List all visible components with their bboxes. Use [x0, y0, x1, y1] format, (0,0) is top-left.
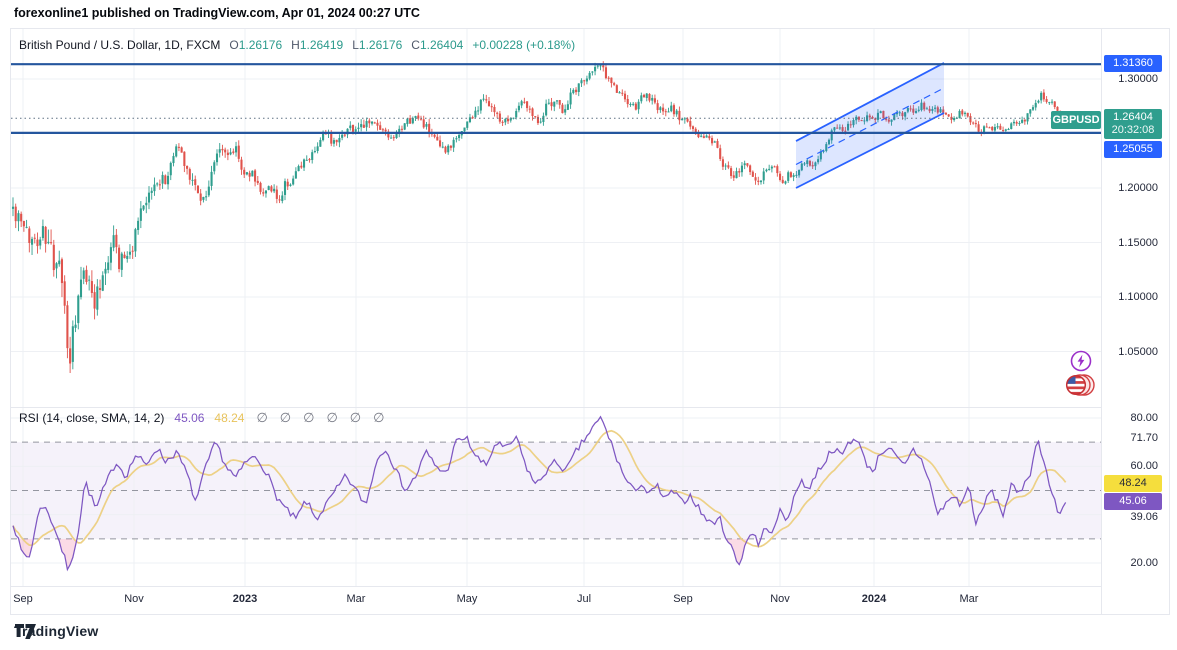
rsi-legend: RSI (14, close, SMA, 14, 2) 45.06 48.24 ∅ ∅ ∅… — [19, 410, 384, 426]
price-axis-tick: 1.05000 — [1118, 345, 1158, 358]
time-axis-label: Sep — [13, 593, 33, 605]
time-axis-label: 2023 — [232, 593, 258, 605]
time-axis-label: May — [456, 593, 478, 605]
ohlc-label: H — [291, 38, 300, 52]
time-axis-label: Jul — [576, 593, 592, 605]
us-flag-stack-icon — [1065, 374, 1095, 396]
chart-container: British Pound / U.S. Dollar, 1D, FXCM O1.… — [10, 28, 1170, 615]
rsi-value: 45.06 — [174, 411, 205, 425]
level-price-badge: 1.31360 — [1104, 55, 1162, 72]
time-axis-label: 2024 — [861, 593, 887, 605]
rsi-axis-tick: 60.00 — [1130, 460, 1158, 473]
time-axis-label: Sep — [673, 593, 693, 605]
change-value: +0.00228 (+0.18%) — [472, 38, 576, 52]
published-chart-page: { "header": {"text": "forexonline1 publi… — [0, 0, 1177, 650]
ohlc-label: L — [352, 38, 359, 52]
rsi-axis-tick: 20.00 — [1130, 557, 1158, 569]
rsi-pane[interactable] — [11, 408, 1101, 586]
symbol-legend: British Pound / U.S. Dollar, 1D, FXCM O1.… — [19, 38, 575, 52]
ohlc-value: 1.26176 — [358, 38, 403, 52]
tradingview-link[interactable]: TradingView — [14, 623, 98, 639]
price-axis-tick: 1.20000 — [1118, 182, 1158, 194]
muted-plot-symbol: ∅ — [303, 410, 315, 425]
price-axis-separator — [1101, 29, 1102, 614]
ohlc-label: O — [229, 38, 239, 52]
ohlc-value: 1.26176 — [238, 38, 283, 52]
symbol-title: British Pound / U.S. Dollar, 1D, FXCM — [19, 38, 221, 52]
muted-plot-symbol: ∅ — [349, 410, 362, 425]
time-axis-label: Mar — [959, 593, 979, 605]
rsi-sma-value: 48.24 — [214, 411, 245, 425]
ohlc-value: 1.26404 — [419, 38, 464, 52]
rsi-value-badge: 48.24 — [1104, 475, 1162, 492]
channel-fill[interactable] — [796, 62, 944, 188]
rsi-axis-tick: 71.70 — [1130, 432, 1158, 445]
time-axis-label: Nov — [124, 593, 144, 605]
muted-plot-symbol: ∅ — [373, 410, 385, 425]
price-pane[interactable] — [11, 29, 1101, 407]
price-axis-tick: 1.10000 — [1118, 291, 1158, 303]
time-axis-separator — [11, 586, 1101, 587]
publish-attribution: forexonline1 published on TradingView.co… — [14, 6, 420, 20]
tradingview-logo-icon — [15, 623, 36, 639]
ohlc-label: C — [411, 38, 420, 52]
lightning-icon — [1070, 350, 1092, 372]
ohlc-value: 1.26419 — [299, 38, 344, 52]
rsi-title: RSI (14, close, SMA, 14, 2) — [19, 411, 165, 425]
time-axis-label: Mar — [346, 593, 366, 605]
current-price-badge: 1.26404 20:32:08 — [1104, 109, 1162, 139]
price-axis-tick: 1.15000 — [1118, 236, 1158, 249]
muted-plot-symbol: ∅ — [279, 410, 292, 425]
time-axis-label: Nov — [770, 593, 790, 605]
price-axis-tick: 1.30000 — [1118, 73, 1158, 85]
rsi-value-badge: 45.06 — [1104, 493, 1162, 510]
symbol-badge: GBPUSD — [1051, 111, 1101, 129]
rsi-axis-tick: 39.06 — [1130, 510, 1158, 523]
muted-plot-symbol: ∅ — [256, 410, 268, 425]
rsi-axis-tick: 80.00 — [1130, 412, 1158, 424]
muted-plot-symbol: ∅ — [326, 410, 338, 425]
level-price-badge: 1.25055 — [1104, 141, 1162, 158]
